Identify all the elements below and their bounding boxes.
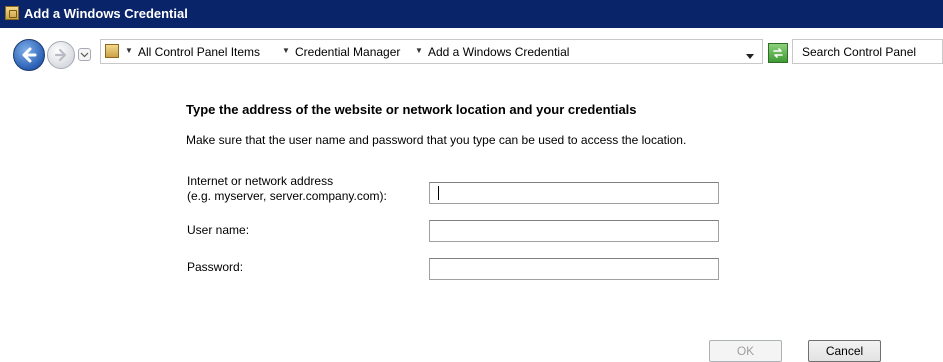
address-bar[interactable]: ▼ All Control Panel Items ▼ Credential M… [100,39,763,64]
address-dropdown-icon[interactable] [746,48,754,62]
password-field[interactable] [429,258,719,280]
arrow-right-icon [54,48,67,62]
navigation-bar: ▼ All Control Panel Items ▼ Credential M… [0,28,943,76]
arrow-left-icon [22,47,37,63]
refresh-button[interactable] [768,43,788,63]
text-caret [438,186,439,200]
forward-button[interactable] [47,41,75,69]
chevron-down-icon [80,52,89,58]
breadcrumb-arrow-icon[interactable]: ▼ [282,46,290,55]
search-input[interactable]: Search Control Panel [792,39,943,64]
password-label: Password: [187,260,244,274]
recent-pages-button[interactable] [78,48,91,61]
network-address-field[interactable] [429,182,719,204]
address-label-line2: (e.g. myserver, server.company.com): [187,189,387,203]
breadcrumb-arrow-icon[interactable]: ▼ [415,46,423,55]
credential-manager-icon [5,6,19,20]
title-bar: Add a Windows Credential [0,0,943,28]
page-heading: Type the address of the website or netwo… [186,102,637,117]
page-description: Make sure that the user name and passwor… [186,133,687,147]
window-title: Add a Windows Credential [24,6,188,21]
control-panel-icon [105,44,119,58]
username-label: User name: [187,223,250,237]
username-field[interactable] [429,220,719,242]
cancel-button[interactable]: Cancel [808,340,881,362]
breadcrumb-all-control-panel-items[interactable]: All Control Panel Items [138,45,260,59]
breadcrumb-arrow-icon[interactable]: ▼ [125,46,133,55]
address-label-line1: Internet or network address [187,174,334,188]
breadcrumb-add-windows-credential[interactable]: Add a Windows Credential [428,45,569,59]
refresh-icon [773,48,783,58]
breadcrumb-credential-manager[interactable]: Credential Manager [295,45,400,59]
ok-button[interactable]: OK [709,340,782,362]
back-button[interactable] [13,39,45,71]
